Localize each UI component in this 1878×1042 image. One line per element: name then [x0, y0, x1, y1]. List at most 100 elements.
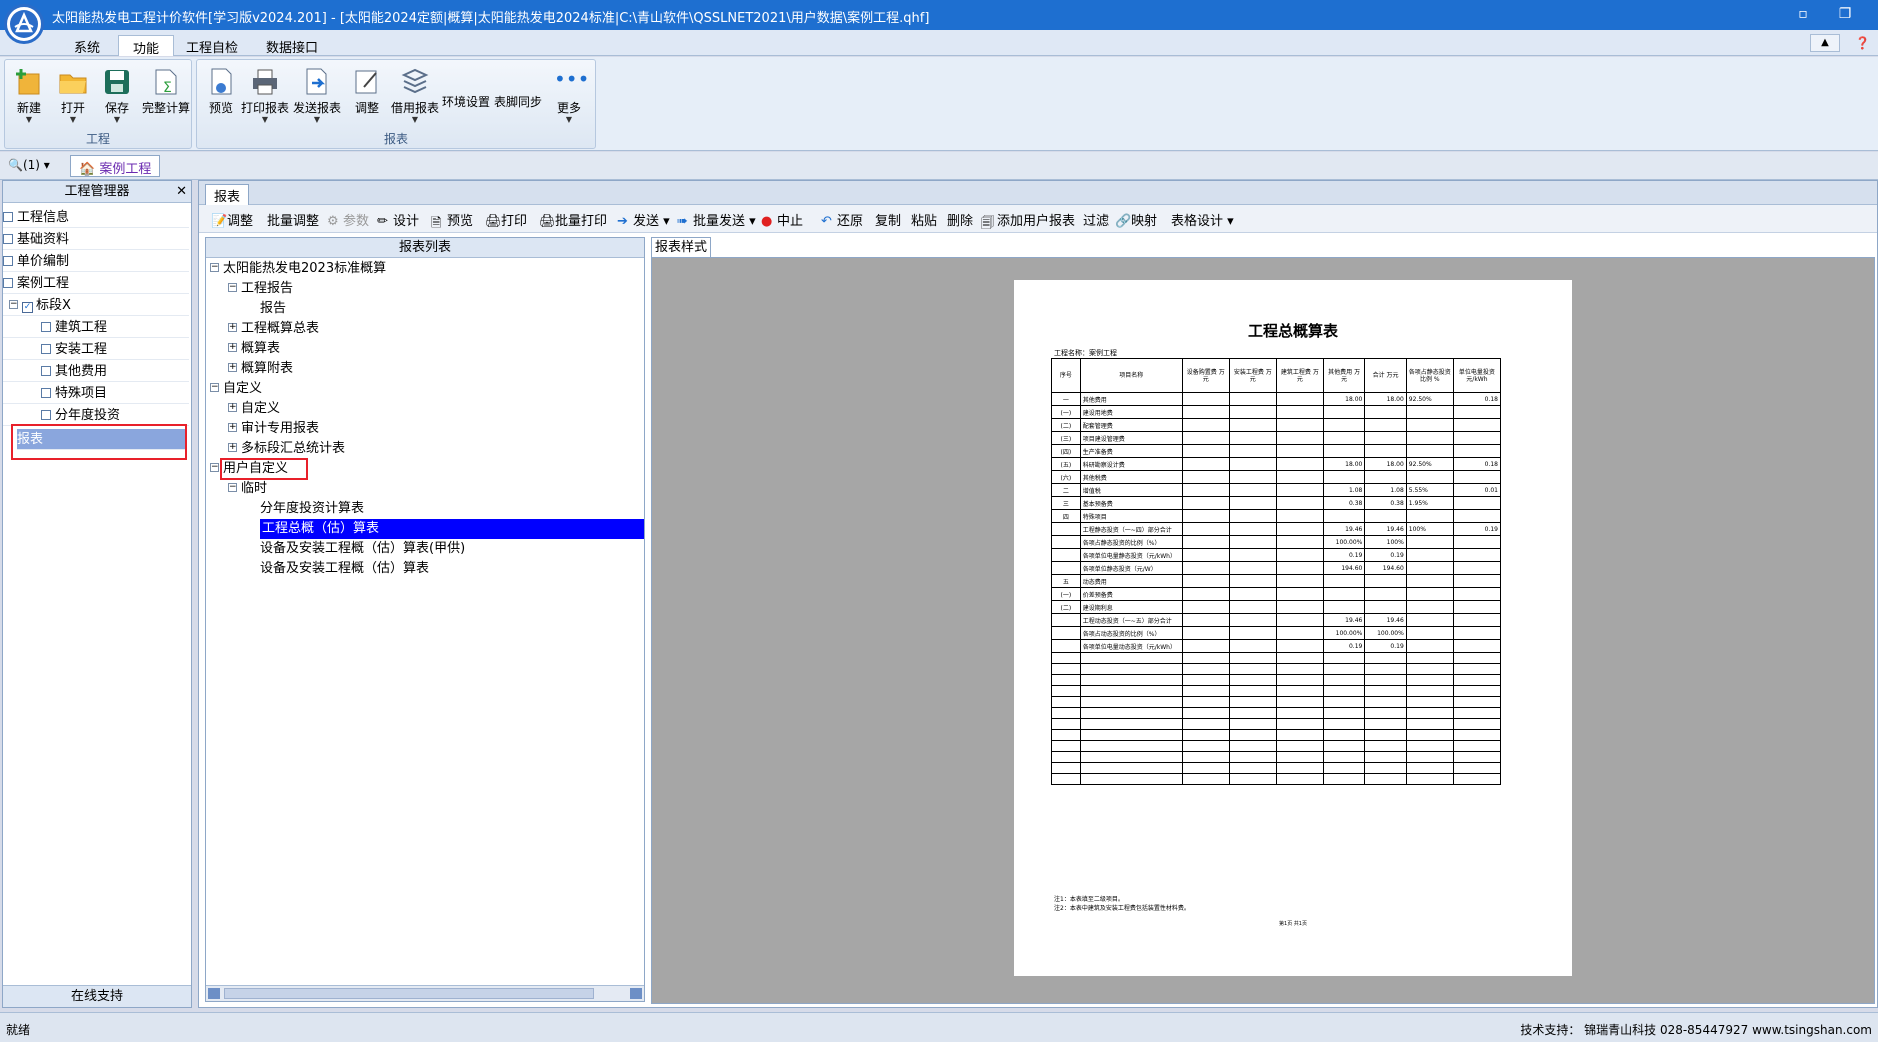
tree-root[interactable]: − 太阳能热发电2023标准概算 [210, 259, 386, 279]
adjust-icon [352, 67, 382, 97]
tab-data-interface[interactable]: 数据接口 [252, 35, 332, 56]
doc-tab-case-project[interactable]: 🏠 案例工程 [70, 155, 161, 177]
env-settings-button[interactable]: 环境设置 [441, 93, 491, 113]
restore-icon[interactable]: ▫ [1790, 4, 1816, 24]
nav-annual-invest[interactable]: 分年度投资 [3, 405, 189, 426]
open-button[interactable]: 打开 ▼ [51, 64, 95, 132]
full-calc-button[interactable]: Σ 完整计算 [141, 64, 191, 132]
tb-batch-adjust[interactable]: 批量调整 [267, 210, 319, 229]
scroll-left-icon[interactable] [208, 988, 220, 999]
report-cell [1364, 674, 1407, 686]
checkbox[interactable]: ✓ [22, 302, 33, 313]
tree-item[interactable]: + 概算附表 [228, 359, 293, 379]
tb-map[interactable]: 🔗映射 [1115, 210, 1157, 230]
maximize-icon[interactable]: ❐ [1832, 4, 1858, 24]
report-empty-row [1051, 696, 1502, 708]
send-report-button[interactable]: 发送报表 ▼ [293, 64, 341, 132]
report-cell: 0.19 [1452, 522, 1502, 536]
app-logo[interactable] [4, 4, 44, 44]
tb-delete[interactable]: 删除 [947, 210, 973, 229]
ribbon-collapse-button[interactable]: ▲ [1810, 34, 1840, 52]
nav-section-x[interactable]: − ✓ 标段X [3, 295, 189, 316]
tab-reports[interactable]: 报表 [205, 184, 250, 205]
nav-install[interactable]: 安装工程 [3, 339, 189, 360]
report-row: (五) 科研勘察设计费 18.00 18.00 92.50% 0.18 [1051, 457, 1502, 471]
tree-item[interactable]: + 工程概算总表 [228, 319, 319, 339]
tb-table-design[interactable]: 表格设计 ▾ [1171, 210, 1234, 229]
tree-item[interactable]: + 概算表 [228, 339, 280, 359]
nav-base-data[interactable]: 基础资料 [3, 229, 189, 250]
tb-print[interactable]: 🖨打印 [485, 210, 527, 230]
report-cell [1405, 740, 1454, 752]
tree-item[interactable]: − 临时 [228, 479, 267, 499]
tree-item[interactable]: − 工程报告 [228, 279, 293, 299]
adjust-button[interactable]: 调整 [345, 64, 389, 132]
tab-function[interactable]: 功能 [118, 35, 175, 57]
report-cell [1051, 707, 1081, 719]
tb-restore[interactable]: ↶ 还原 [821, 210, 863, 230]
report-empty-row [1051, 740, 1502, 752]
report-cell [1181, 626, 1230, 640]
search-dropdown[interactable]: 🔍(1) ▾ [8, 158, 50, 172]
report-preview-area[interactable]: 工程总概算表 工程名称：案例工程 序号 项目名称 设备购置费 万元 安装工程费 万元建… [651, 257, 1875, 1004]
tb-filter[interactable]: 过滤 [1083, 210, 1109, 229]
tab-system[interactable]: 系统 [60, 35, 114, 56]
scroll-right-icon[interactable] [630, 988, 642, 999]
tree-item[interactable]: + 审计专用报表 [228, 419, 319, 439]
online-support-button[interactable]: 在线支持 [3, 985, 191, 1007]
report-cell: 各项占静态投资的比例（%） [1079, 535, 1183, 549]
tree-item[interactable]: 设备及安装工程概（估）算表 [260, 559, 429, 579]
nav-project-info[interactable]: 工程信息 [3, 207, 189, 228]
report-cell [1079, 696, 1183, 708]
tb-design[interactable]: ✏ 设计 [377, 210, 419, 230]
tree-item[interactable]: 分年度投资计算表 [260, 499, 364, 519]
report-row: 二增值税 1.08 1.08 5.55% 0.01 [1051, 483, 1502, 497]
tree-item-selected[interactable]: 工程总概（估）算表 [260, 519, 644, 539]
tb-send[interactable]: ➔ 发送 ▾ [617, 210, 670, 230]
footer-sync-button[interactable]: 表脚同步 [493, 93, 543, 113]
report-cell [1405, 431, 1454, 445]
tree-item[interactable]: 设备及安装工程概（估）算表(甲供) [260, 539, 465, 559]
tb-batch-send[interactable]: ➠ 批量发送 ▾ [677, 210, 756, 230]
tb-stop[interactable]: ● 中止 [761, 210, 803, 230]
nav-unit-price[interactable]: 单价编制 [3, 251, 189, 272]
report-cell [1405, 652, 1454, 664]
nav-other-cost[interactable]: 其他费用 [3, 361, 189, 382]
tb-copy[interactable]: 复制 [875, 210, 901, 229]
report-cell [1181, 483, 1230, 497]
report-cell [1228, 431, 1277, 445]
tb-params[interactable]: ⚙ 参数 [327, 210, 369, 230]
report-cell: 价差预备费 [1079, 587, 1183, 601]
report-cell [1079, 751, 1183, 763]
tree-item[interactable]: + 多标段汇总统计表 [228, 439, 345, 459]
tb-add-user-report[interactable]: 🗐 添加用户报表 [981, 210, 1075, 231]
horizontal-scrollbar[interactable] [206, 985, 644, 1001]
tb-preview[interactable]: 🗎 预览 [431, 210, 473, 231]
tb-adjust[interactable]: 📝调整 [211, 210, 253, 230]
nav-case-project[interactable]: 案例工程 [3, 273, 189, 294]
report-cell [1405, 773, 1454, 785]
more-button[interactable]: ••• 更多 ▼ [547, 64, 591, 132]
report-cell [1181, 600, 1230, 614]
nav-special[interactable]: 特殊项目 [3, 383, 189, 404]
tab-self-check[interactable]: 工程自检 [172, 35, 252, 56]
report-cell [1452, 470, 1502, 484]
tab-report-style[interactable]: 报表样式 [651, 237, 711, 257]
nav-building[interactable]: 建筑工程 [3, 317, 189, 338]
tb-paste[interactable]: 粘贴 [911, 210, 937, 229]
tree-item[interactable]: 报告 [260, 299, 286, 319]
scroll-thumb[interactable] [224, 988, 594, 999]
new-button[interactable]: 新建 ▼ [7, 64, 51, 132]
report-cell [1051, 561, 1081, 575]
report-cell [1228, 509, 1277, 523]
tb-batch-print[interactable]: 🖨批量打印 [539, 210, 607, 230]
preview-button[interactable]: 预览 [199, 64, 243, 132]
close-icon[interactable]: ✕ [176, 181, 187, 203]
tree-item[interactable]: + 自定义 [228, 399, 280, 419]
print-report-button[interactable]: 打印报表 ▼ [241, 64, 289, 132]
report-cell: (六) [1051, 470, 1081, 484]
borrow-report-button[interactable]: 借用报表 ▼ [391, 64, 439, 132]
help-icon[interactable]: ❓ [1855, 36, 1870, 50]
tree-item[interactable]: − 自定义 [210, 379, 262, 399]
save-button[interactable]: 保存 ▼ [95, 64, 139, 132]
